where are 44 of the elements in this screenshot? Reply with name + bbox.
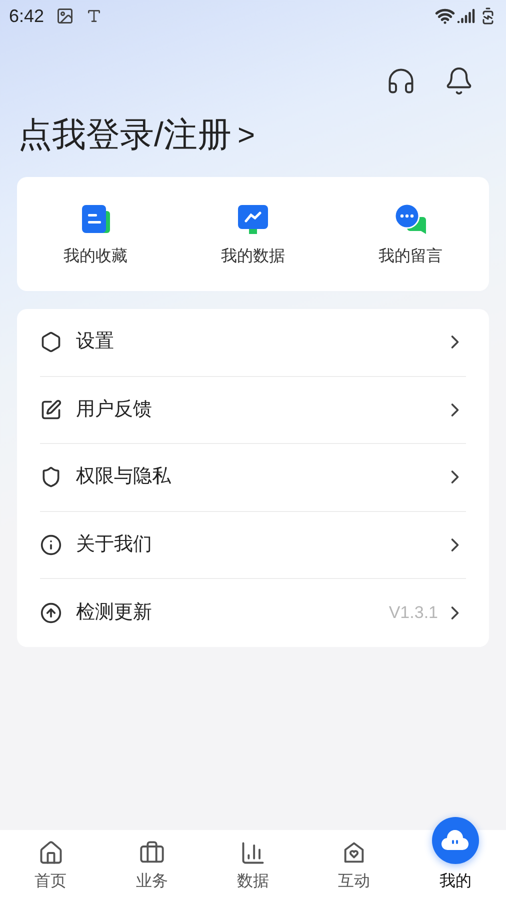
headphones-icon — [386, 66, 416, 96]
quick-action[interactable]: 我的数据 — [174, 177, 332, 291]
menu-label: 关于我们 — [76, 532, 153, 556]
info-icon — [40, 534, 62, 556]
menu-item[interactable]: 关于我们 — [40, 512, 466, 579]
menu-label: 用户反馈 — [76, 398, 153, 422]
nav-label: 首页 — [34, 872, 67, 892]
notifications-button[interactable] — [444, 66, 474, 96]
wifi-icon — [435, 6, 455, 26]
menu-item[interactable]: 检测更新 V1.3.1 — [40, 579, 466, 646]
nav-tab[interactable]: 数据 — [202, 814, 304, 900]
menu-label: 设置 — [76, 330, 115, 354]
chart-monitor-icon — [236, 203, 269, 235]
home-icon — [38, 840, 64, 866]
quick-action[interactable]: 我的留言 — [332, 177, 489, 291]
text-icon — [86, 8, 102, 24]
menu-item[interactable]: 用户反馈 — [40, 376, 466, 444]
headphones-button[interactable] — [386, 66, 416, 96]
nav-tab[interactable]: 互动 — [304, 814, 405, 900]
nav-tab[interactable]: 我的 — [404, 814, 506, 900]
status-time: 6:42 — [9, 4, 44, 28]
nav-tab[interactable]: 首页 — [0, 814, 102, 900]
nav-label: 业务 — [136, 872, 168, 892]
shield-icon — [40, 466, 62, 488]
menu-label: 检测更新 — [76, 600, 153, 624]
edit-icon — [40, 398, 62, 421]
bell-icon — [444, 66, 474, 96]
menu-item[interactable]: 权限与隐私 — [40, 444, 466, 512]
hexagon-settings-icon — [40, 331, 62, 354]
nav-label: 互动 — [338, 872, 370, 892]
upload-icon — [40, 602, 62, 624]
signal-icon — [457, 7, 475, 25]
menu-item[interactable]: 设置 — [40, 309, 466, 376]
nav-label: 数据 — [236, 872, 269, 892]
nav-tab[interactable]: 业务 — [101, 814, 202, 900]
nav-label: 我的 — [439, 872, 472, 892]
login-link[interactable]: 点我登录/注册 > — [18, 110, 255, 161]
document-icon — [80, 203, 112, 235]
image-icon — [56, 7, 74, 25]
quick-action[interactable]: 我的收藏 — [17, 177, 174, 291]
menu-label: 权限与隐私 — [76, 465, 172, 489]
chat-bubbles-icon — [393, 203, 428, 235]
version-text: V1.3.1 — [388, 602, 438, 624]
bar-chart-icon — [240, 840, 266, 866]
